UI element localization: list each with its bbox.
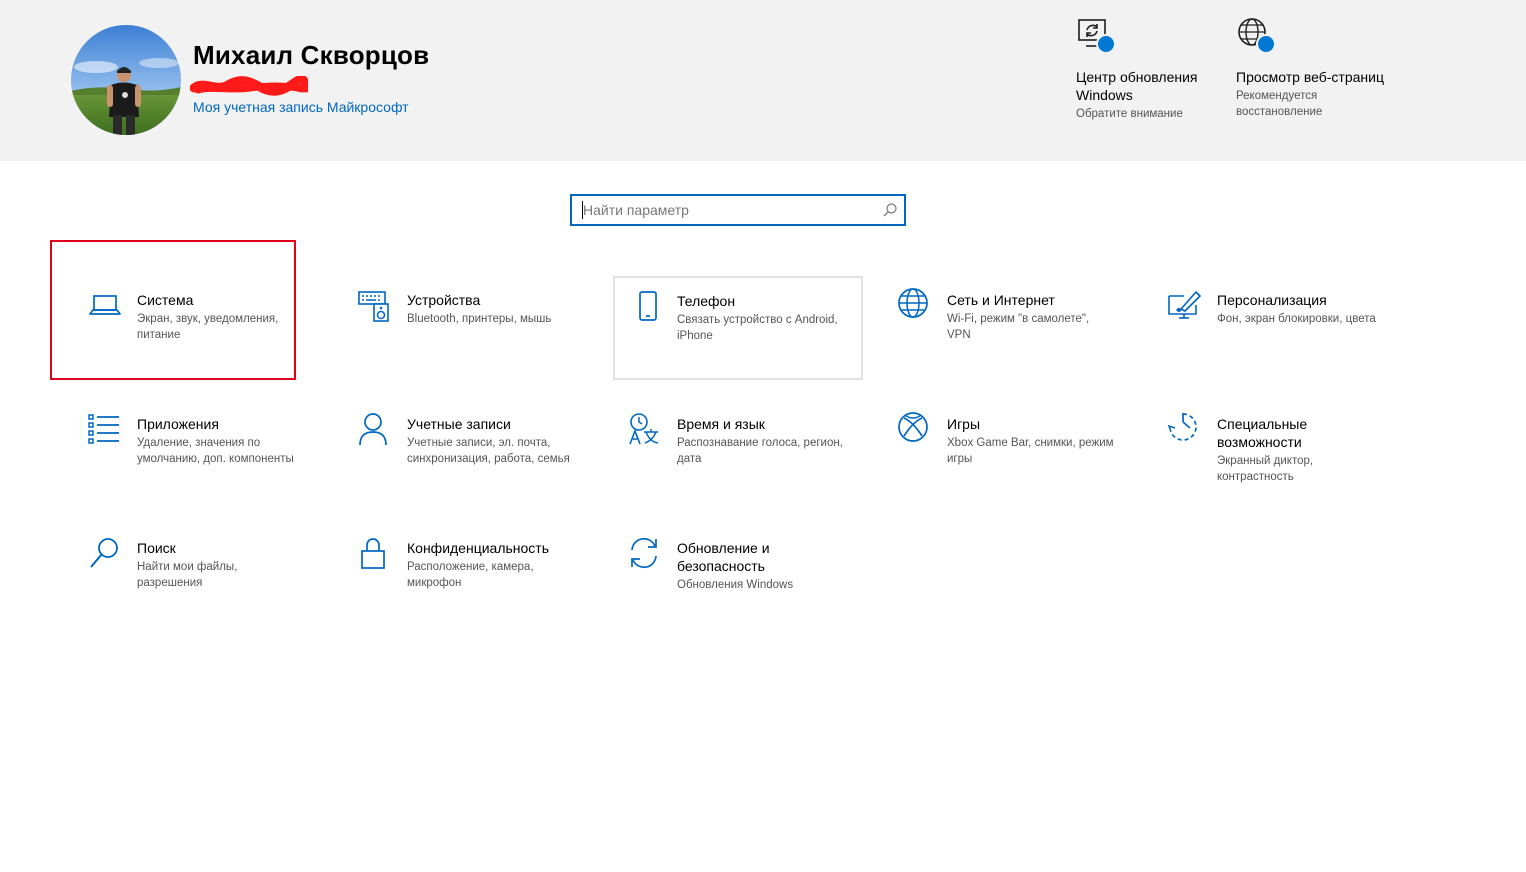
tile-description: Удаление, значения по умолчанию, доп. ко… xyxy=(137,437,294,465)
laptop-icon xyxy=(88,288,122,322)
search-magnifier-icon xyxy=(88,536,122,570)
tile-time-language[interactable]: Время и язык Распознавание голоса, регио… xyxy=(600,400,848,504)
windows-update-icon xyxy=(1076,16,1116,56)
notification-web-browsing[interactable]: Просмотр веб-страниц Рекомендуется восст… xyxy=(1236,16,1386,120)
tile-description: Учетные записи, эл. почта, синхронизация… xyxy=(407,437,570,465)
tile-description: Связать устройство с Android, iPhone xyxy=(677,314,838,342)
account-header: Михаил Скворцов Моя учетная запись Майкр… xyxy=(0,0,1526,161)
avatar[interactable] xyxy=(71,25,181,135)
tile-phone[interactable]: Телефон Связать устройство с Android, iP… xyxy=(613,276,863,380)
tile-title: Поиск xyxy=(137,540,176,556)
tile-title: Сеть и Интернет xyxy=(947,292,1055,308)
person-icon xyxy=(358,412,392,446)
tile-accessibility[interactable]: Специальные возможности Экранный диктор,… xyxy=(1140,400,1388,504)
tile-gaming[interactable]: Игры Xbox Game Bar, снимки, режим игры xyxy=(870,400,1118,504)
accessibility-icon xyxy=(1167,412,1202,446)
user-name: Михаил Скворцов xyxy=(193,40,430,70)
search-input[interactable] xyxy=(572,196,883,224)
time-language-icon xyxy=(628,412,662,446)
text-cursor xyxy=(582,201,583,219)
personalization-icon xyxy=(1168,288,1202,322)
tile-description: Обновления Windows xyxy=(677,579,794,591)
search-icon[interactable] xyxy=(882,202,898,223)
tile-title: Время и язык xyxy=(677,416,765,432)
tile-description: Wi-Fi, режим "в самолете", VPN xyxy=(947,313,1090,341)
notification-dot xyxy=(1096,34,1116,54)
tile-privacy[interactable]: Конфиденциальность Расположение, камера,… xyxy=(330,524,578,628)
settings-search-box[interactable] xyxy=(570,194,906,226)
globe-icon xyxy=(898,288,932,322)
tile-description: Расположение, камера, микрофон xyxy=(407,561,534,589)
tile-description: Фон, экран блокировки, цвета xyxy=(1217,313,1376,325)
xbox-icon xyxy=(898,412,932,446)
apps-list-icon xyxy=(88,412,122,446)
sync-icon xyxy=(628,536,662,570)
notification-title: Просмотр веб-страниц xyxy=(1236,69,1384,85)
notification-title: Центр обновления Windows xyxy=(1076,69,1198,103)
tile-network[interactable]: Сеть и Интернет Wi-Fi, режим "в самолете… xyxy=(870,276,1118,380)
tile-title: Персонализация xyxy=(1217,292,1327,308)
tile-description: Экранный диктор, контрастность xyxy=(1217,455,1314,483)
tile-title: Устройства xyxy=(407,292,481,308)
tile-personalization[interactable]: Персонализация Фон, экран блокировки, цв… xyxy=(1140,276,1388,380)
tile-devices[interactable]: Устройства Bluetooth, принтеры, мышь xyxy=(330,276,578,380)
tile-description: Xbox Game Bar, снимки, режим игры xyxy=(947,437,1114,465)
tile-apps[interactable]: Приложения Удаление, значения по умолчан… xyxy=(60,400,308,504)
tile-title: Телефон xyxy=(677,293,736,309)
devices-icon xyxy=(358,288,392,322)
tile-title: Приложения xyxy=(137,416,219,432)
notification-windows-update[interactable]: Центр обновления Windows Обратите вниман… xyxy=(1076,16,1226,122)
tile-accounts[interactable]: Учетные записи Учетные записи, эл. почта… xyxy=(330,400,578,504)
notification-subtitle: Обратите внимание xyxy=(1076,108,1183,120)
web-browsing-icon xyxy=(1236,16,1276,56)
tile-description: Bluetooth, принтеры, мышь xyxy=(407,313,552,325)
redaction-scribble xyxy=(190,76,308,96)
tile-description: Найти мои файлы, разрешения xyxy=(137,561,238,589)
tile-update-security[interactable]: Обновление и безопасность Обновления Win… xyxy=(600,524,848,628)
lock-icon xyxy=(358,536,392,570)
notification-subtitle: Рекомендуется восстановление xyxy=(1236,90,1323,118)
notification-dot xyxy=(1256,34,1276,54)
tile-system[interactable]: Система Экран, звук, уведомления, питани… xyxy=(60,276,308,380)
tile-description: Экран, звук, уведомления, питание xyxy=(137,313,279,341)
tile-title: Учетные записи xyxy=(407,416,511,432)
microsoft-account-link[interactable]: Моя учетная запись Майкрософт xyxy=(193,99,409,115)
phone-icon xyxy=(631,290,665,324)
tile-title: Специальные возможности xyxy=(1217,416,1308,450)
tile-title: Конфиденциальность xyxy=(407,540,550,556)
tile-description: Распознавание голоса, регион, дата xyxy=(677,437,843,465)
tile-search[interactable]: Поиск Найти мои файлы, разрешения xyxy=(60,524,308,628)
tile-title: Игры xyxy=(947,416,981,432)
tile-title: Система xyxy=(137,292,194,308)
tile-title: Обновление и безопасность xyxy=(677,540,770,574)
